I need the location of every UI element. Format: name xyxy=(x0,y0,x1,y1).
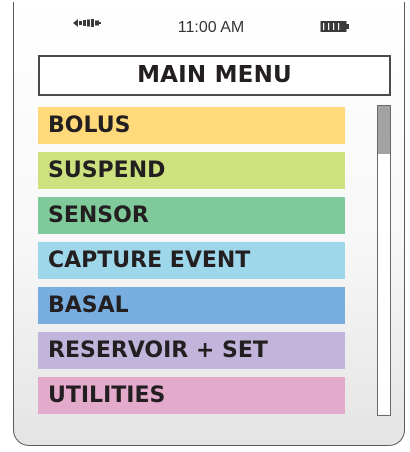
menu-item-basal[interactable]: BASAL xyxy=(38,287,345,324)
menu-item-reservoir-set[interactable]: RESERVOIR + SET xyxy=(38,332,345,369)
menu-item-bolus[interactable]: BOLUS xyxy=(38,107,345,144)
menu-item-utilities[interactable]: UTILITIES xyxy=(38,377,345,414)
status-bar: 11:00 AM xyxy=(14,2,404,42)
scrollbar-thumb[interactable] xyxy=(378,106,390,154)
signal-icon xyxy=(73,19,101,27)
page-title: MAIN MENU xyxy=(38,55,391,96)
clock-time: 11:00 AM xyxy=(177,19,245,36)
menu-item-suspend[interactable]: SUSPEND xyxy=(38,152,345,189)
menu-item-capture-event[interactable]: CAPTURE EVENT xyxy=(38,242,345,279)
pump-device-screen: 11:00 AM MAIN MENU BOLUS SUSPEND SENSOR … xyxy=(13,2,405,446)
menu-scrollbar[interactable] xyxy=(377,105,391,416)
menu-item-sensor[interactable]: SENSOR xyxy=(38,197,345,234)
battery-icon xyxy=(320,21,349,32)
main-menu-list: BOLUS SUSPEND SENSOR CAPTURE EVENT BASAL… xyxy=(38,107,345,418)
